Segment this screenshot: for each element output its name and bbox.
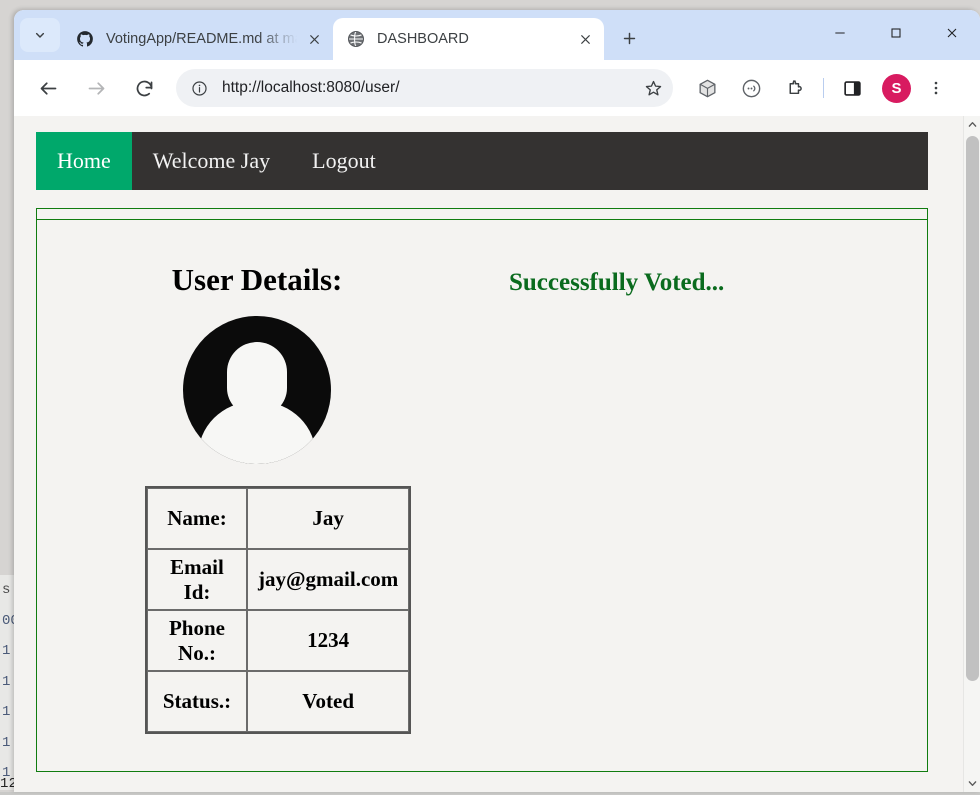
avatar-body-shape xyxy=(198,402,316,464)
chevron-down-icon xyxy=(35,32,45,38)
cube-icon xyxy=(698,79,716,97)
maximize-button[interactable] xyxy=(868,10,924,56)
minimize-button[interactable] xyxy=(812,10,868,56)
extensions-puzzle-icon xyxy=(789,79,802,94)
detail-key: Status.: xyxy=(147,671,247,732)
tab-close-button[interactable] xyxy=(572,26,598,52)
globe-icon xyxy=(347,30,365,48)
avatar-initial: S xyxy=(891,79,902,97)
tab-close-button[interactable] xyxy=(301,26,327,52)
user-details-panel: User Details: Successfully Voted... Name… xyxy=(36,220,928,772)
reload-button[interactable] xyxy=(125,69,163,107)
detail-key: Phone No.: xyxy=(147,610,247,671)
page-scrollbar[interactable] xyxy=(963,116,980,792)
cube-button[interactable] xyxy=(690,71,724,105)
back-arrow-icon xyxy=(40,81,56,95)
github-icon xyxy=(77,31,93,47)
kebab-menu-icon xyxy=(934,81,938,95)
scrollbar-thumb[interactable] xyxy=(966,136,979,681)
avatar xyxy=(183,316,331,464)
info-circle-icon xyxy=(191,80,207,96)
nav-link-logout[interactable]: Logout xyxy=(291,132,397,190)
toolbar-divider xyxy=(823,78,824,98)
site-navigation-bar: Home Welcome Jay Logout xyxy=(36,132,928,190)
panel-header-row: User Details: Successfully Voted... xyxy=(37,220,927,298)
chrome-menu-button[interactable] xyxy=(921,71,951,105)
side-panel-button[interactable] xyxy=(835,71,869,105)
tab-strip: VotingApp/README.md at mas DASHBOARD xyxy=(14,10,980,60)
toolbar-icon-group: S xyxy=(685,71,951,105)
forward-button[interactable] xyxy=(77,69,115,107)
user-details-table: Name: Jay Email Id: jay@gmail.com Phone … xyxy=(145,486,412,734)
address-bar[interactable] xyxy=(176,69,673,107)
reload-icon xyxy=(136,80,152,96)
detail-value: 1234 xyxy=(247,610,410,671)
detail-value: Voted xyxy=(247,671,410,732)
minimize-icon xyxy=(835,32,845,34)
detail-value: jay@gmail.com xyxy=(247,549,410,610)
plus-icon xyxy=(623,32,635,44)
tab-title: DASHBOARD xyxy=(377,31,469,47)
detail-key: Name: xyxy=(147,488,247,549)
vote-status-message: Successfully Voted... xyxy=(509,269,725,296)
browser-window: VotingApp/README.md at mas DASHBOARD htt… xyxy=(14,10,980,792)
back-button[interactable] xyxy=(29,69,67,107)
browser-tab-dashboard[interactable]: DASHBOARD xyxy=(333,18,604,60)
nav-link-home[interactable]: Home xyxy=(36,132,132,190)
scrollbar-down-button[interactable] xyxy=(964,775,980,792)
window-controls xyxy=(812,10,980,56)
site-info-button[interactable] xyxy=(186,75,212,101)
extensions-button[interactable] xyxy=(778,71,812,105)
detail-key: Email Id: xyxy=(147,549,247,610)
tab-title: VotingApp/README.md at mas xyxy=(106,31,301,47)
page-title: User Details: xyxy=(171,262,343,297)
nav-link-welcome-user[interactable]: Welcome Jay xyxy=(132,132,291,190)
star-icon xyxy=(645,80,661,96)
green-accent-strip xyxy=(36,208,928,220)
close-window-button[interactable] xyxy=(924,10,980,56)
page-viewport: Home Welcome Jay Logout User Details: Su… xyxy=(14,116,980,792)
bookmark-button[interactable] xyxy=(639,74,667,102)
chevron-down-icon xyxy=(968,781,977,786)
close-icon xyxy=(580,34,590,44)
profile-avatar-button[interactable]: S xyxy=(882,73,911,103)
tab-search-button[interactable] xyxy=(20,18,60,52)
close-icon xyxy=(309,34,319,44)
avatar-container xyxy=(37,316,477,464)
browser-toolbar: S xyxy=(14,60,980,116)
maximize-icon xyxy=(891,28,901,38)
chrome-labs-button[interactable] xyxy=(734,71,768,105)
browser-tab-votingapp-readme[interactable]: VotingApp/README.md at mas xyxy=(62,18,333,60)
chrome-labs-icon xyxy=(742,79,760,97)
table-row: Email Id: jay@gmail.com xyxy=(147,549,410,610)
web-page-content: Home Welcome Jay Logout User Details: Su… xyxy=(14,116,948,792)
scrollbar-up-button[interactable] xyxy=(964,116,980,133)
forward-arrow-icon xyxy=(88,81,104,95)
table-row: Phone No.: 1234 xyxy=(147,610,410,671)
side-panel-icon xyxy=(843,80,861,96)
chevron-up-icon xyxy=(968,122,977,127)
table-row: Status.: Voted xyxy=(147,671,410,732)
detail-value: Jay xyxy=(247,488,410,549)
table-row: Name: Jay xyxy=(147,488,410,549)
close-icon xyxy=(947,28,957,38)
new-tab-button[interactable] xyxy=(612,21,646,55)
url-input[interactable] xyxy=(212,78,639,98)
